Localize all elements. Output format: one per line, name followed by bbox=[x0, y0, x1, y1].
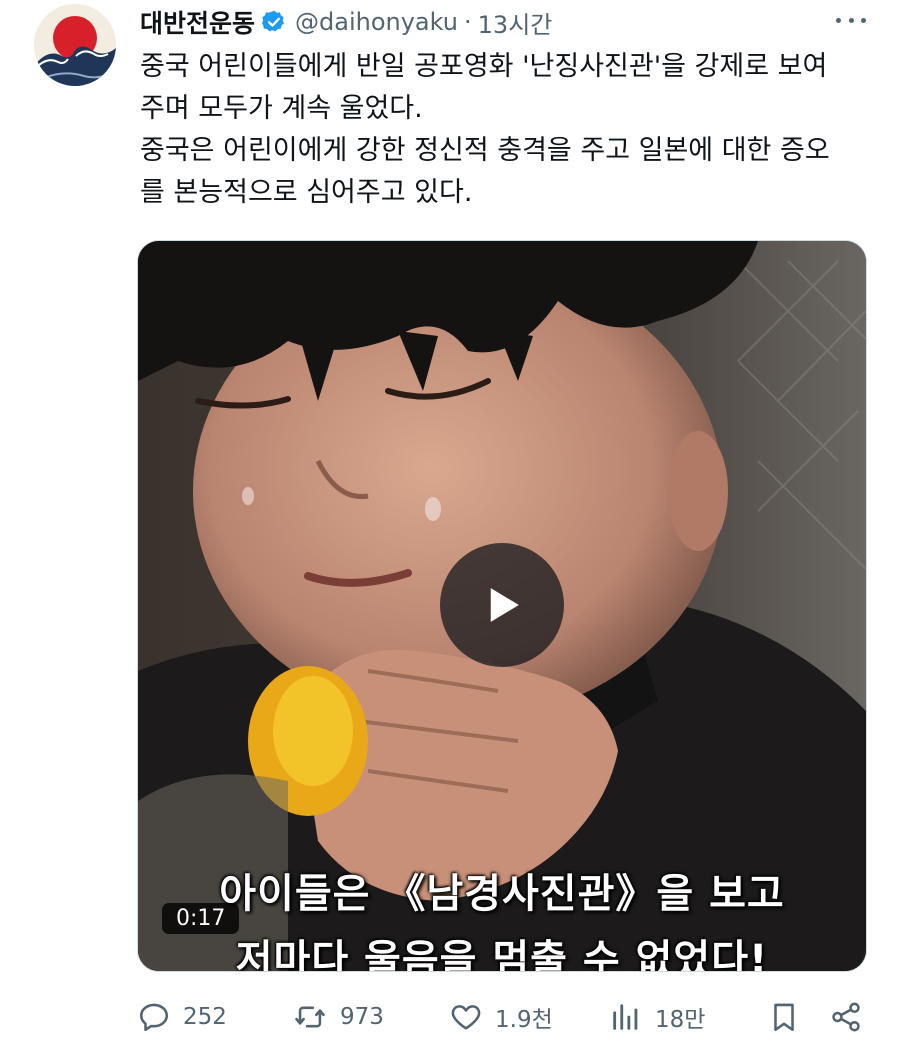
repost-button[interactable]: 973 bbox=[292, 995, 384, 1039]
views-button[interactable]: 18만 bbox=[609, 995, 705, 1039]
tweet-text-line: 중국은 어린이에게 강한 정신적 충격을 주고 일본에 대한 증오 bbox=[140, 135, 830, 166]
views-count: 18만 bbox=[655, 1007, 706, 1033]
video-caption-line-1: 아이들은 《남경사진관》을 보고 bbox=[219, 871, 785, 917]
tweet-text-line: 중국 어린이들에게 반일 공포영화 '난징사진관'을 강제로 보여 bbox=[140, 51, 828, 82]
separator-dot: · bbox=[464, 8, 472, 36]
author-handle[interactable]: @daihonyaku bbox=[295, 8, 458, 36]
play-button[interactable] bbox=[440, 543, 564, 667]
tweet-actions: 252 973 1.9천 18만 bbox=[137, 995, 872, 1039]
verified-badge-icon bbox=[261, 9, 287, 35]
video-caption-line-2: 저마다 울음을 멈출 수 없었다! bbox=[235, 937, 769, 972]
tweet-header: 대반전운동 @daihonyaku · 13시간 bbox=[140, 4, 552, 40]
repost-icon bbox=[292, 1000, 328, 1034]
repost-count: 973 bbox=[340, 1004, 384, 1030]
share-button[interactable] bbox=[829, 995, 863, 1039]
author-display-name[interactable]: 대반전운동 bbox=[140, 4, 255, 40]
like-button[interactable]: 1.9천 bbox=[449, 995, 553, 1039]
reply-button[interactable]: 252 bbox=[137, 995, 227, 1039]
tweet-text-line: 를 본능적으로 심어주고 있다. bbox=[140, 177, 473, 208]
bookmark-button[interactable] bbox=[767, 995, 801, 1039]
great-wave-avatar-icon bbox=[34, 4, 116, 86]
more-options-icon[interactable] bbox=[836, 10, 866, 30]
like-count: 1.9천 bbox=[495, 1007, 553, 1033]
bookmark-icon bbox=[767, 1000, 801, 1034]
reply-count: 252 bbox=[183, 1004, 227, 1030]
play-icon bbox=[490, 588, 519, 622]
heart-icon bbox=[449, 1000, 483, 1034]
video-player[interactable]: 아이들은 《남경사진관》을 보고 저마다 울음을 멈출 수 없었다! 0:17 bbox=[137, 240, 867, 972]
views-chart-icon bbox=[609, 1000, 643, 1034]
tweet-text-line: 주며 모두가 계속 울었다. bbox=[140, 93, 423, 124]
tweet: 대반전운동 @daihonyaku · 13시간 중국 어린이들에게 반일 공포… bbox=[0, 0, 900, 1046]
post-time[interactable]: 13시간 bbox=[478, 5, 553, 40]
author-avatar[interactable] bbox=[34, 4, 116, 86]
video-duration: 0:17 bbox=[162, 903, 240, 934]
tweet-text: 중국 어린이들에게 반일 공포영화 '난징사진관'을 강제로 보여 주며 모두가… bbox=[140, 46, 875, 214]
share-icon bbox=[829, 1000, 863, 1034]
reply-icon bbox=[137, 1000, 171, 1034]
